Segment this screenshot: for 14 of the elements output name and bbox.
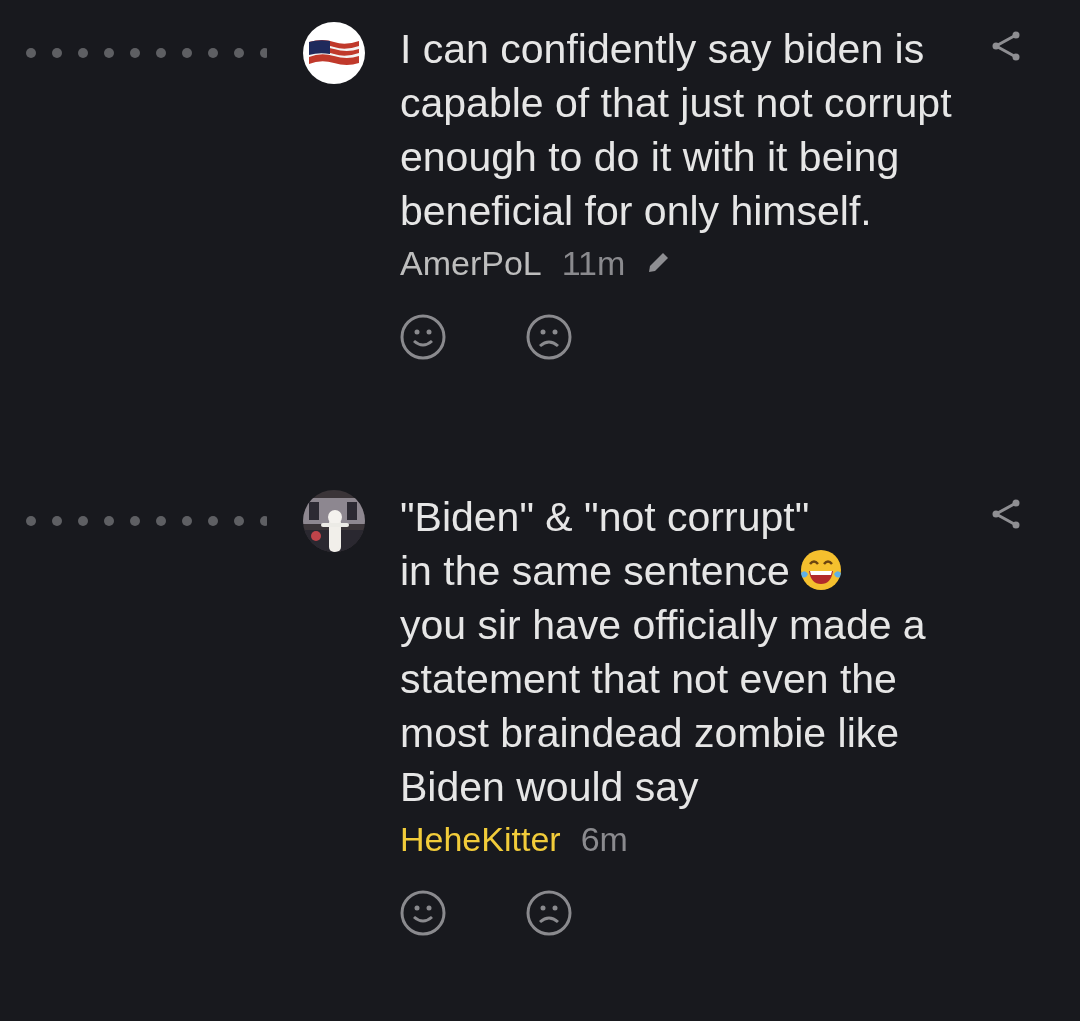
frown-icon[interactable] <box>526 314 572 360</box>
smile-icon[interactable] <box>400 890 446 936</box>
thread-dots-icon <box>25 515 267 527</box>
smile-icon[interactable] <box>400 314 446 360</box>
thread-dots-icon <box>25 47 267 59</box>
comment-text: I can confidently say biden is capable of that just not corrupt enough to do it with it being beneficial for only himself. <box>400 25 953 236</box>
username[interactable]: AmerPoL <box>400 238 542 288</box>
share-icon[interactable] <box>990 498 1022 530</box>
timestamp: 6m <box>580 819 628 860</box>
comment-text: you sir have officially made a statement that not even the most braindead zombie like Biden would say <box>400 601 927 812</box>
timestamp: 11m <box>561 243 626 284</box>
username[interactable]: HeheKitter <box>400 814 561 864</box>
share-icon[interactable] <box>990 30 1022 62</box>
frown-icon[interactable] <box>526 890 572 936</box>
